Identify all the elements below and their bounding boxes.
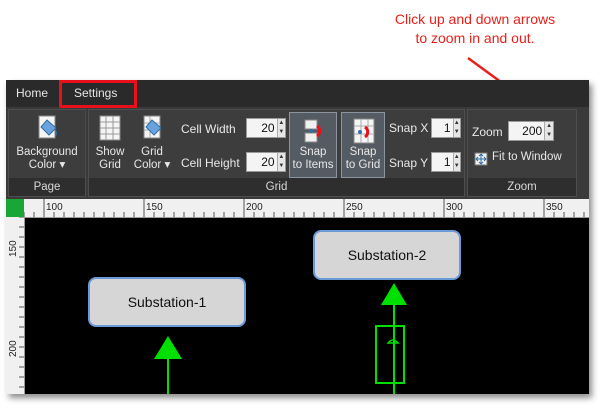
snap-x-input[interactable] bbox=[432, 119, 453, 137]
snap-to-grid-button[interactable]: Snap to Grid bbox=[341, 112, 385, 178]
snap-y-up-icon[interactable]: ▲ bbox=[454, 153, 460, 162]
grid-color-button[interactable]: Grid Color ▾ bbox=[131, 110, 173, 178]
show-grid-label-1: Show bbox=[95, 146, 125, 158]
tab-home[interactable]: Home bbox=[16, 86, 48, 100]
grid-color-label-1: Grid bbox=[141, 146, 163, 158]
snap-y-label: Snap Y bbox=[389, 156, 429, 170]
snap-to-items-button[interactable]: Snap to Items bbox=[289, 112, 337, 178]
snap-to-grid-label-1: Snap bbox=[349, 146, 377, 158]
connectors-layer bbox=[154, 283, 407, 394]
background-color-label-2: Color ▾ bbox=[28, 159, 66, 171]
zoom-group-label: Zoom bbox=[468, 178, 576, 196]
cell-height-up-icon[interactable]: ▲ bbox=[278, 153, 285, 162]
snap-to-grid-icon bbox=[353, 118, 375, 144]
cell-width-label: Cell Width bbox=[181, 122, 236, 136]
grid-group: Show Grid Grid Color ▾ Cell Width 20 ▲ ▼… bbox=[88, 109, 465, 197]
connector-2-handle[interactable] bbox=[375, 325, 405, 384]
show-grid-icon bbox=[99, 115, 121, 141]
show-grid-button[interactable]: Show Grid bbox=[93, 110, 127, 178]
cell-width-up-icon[interactable]: ▲ bbox=[278, 119, 285, 128]
app-window: Home Settings Background Color ▾ Page Sh… bbox=[6, 80, 589, 394]
cell-width-stepper[interactable]: ▲▼ bbox=[246, 118, 286, 138]
snap-y-stepper[interactable]: ▲▼ bbox=[431, 152, 461, 172]
snap-x-label: Snap X bbox=[389, 121, 429, 135]
zoom-down-icon[interactable]: ▼ bbox=[545, 131, 553, 140]
snap-to-items-label-1: Snap bbox=[299, 146, 327, 158]
cell-width-down-icon[interactable]: ▼ bbox=[278, 128, 285, 137]
cell-height-label: Cell Height bbox=[181, 156, 240, 170]
connector-1[interactable] bbox=[154, 336, 182, 394]
fit-to-window-label: Fit to Window bbox=[492, 151, 562, 163]
zoom-group: Zoom ▲▼ Fit to Window Zoom bbox=[467, 109, 577, 197]
snap-to-items-icon bbox=[304, 119, 322, 143]
ribbon: Background Color ▾ Page Show Grid Grid C… bbox=[6, 107, 589, 199]
diagram-canvas[interactable]: 100 150 200 250 300 350 150 200 Substati… bbox=[6, 199, 589, 394]
zoom-input[interactable] bbox=[509, 122, 545, 140]
zoom-stepper[interactable]: ▲▼ bbox=[508, 121, 554, 141]
fit-to-window-icon bbox=[474, 152, 488, 166]
settings-tab-highlight bbox=[59, 80, 137, 108]
cell-height-down-icon[interactable]: ▼ bbox=[278, 162, 285, 171]
show-grid-label-2: Grid bbox=[99, 159, 121, 171]
page-group-label: Page bbox=[9, 178, 85, 196]
background-color-icon bbox=[38, 115, 57, 139]
snap-y-down-icon[interactable]: ▼ bbox=[454, 162, 460, 171]
grid-color-icon bbox=[143, 115, 162, 139]
snap-x-down-icon[interactable]: ▼ bbox=[454, 128, 460, 137]
cell-height-stepper[interactable]: ▲▼ bbox=[246, 152, 286, 172]
cell-height-input[interactable] bbox=[247, 153, 277, 171]
snap-to-grid-label-2: to Grid bbox=[345, 159, 381, 171]
page-group: Background Color ▾ Page bbox=[8, 109, 86, 197]
snap-y-input[interactable] bbox=[432, 153, 453, 171]
zoom-up-icon[interactable]: ▲ bbox=[545, 122, 553, 131]
cell-width-input[interactable] bbox=[247, 119, 277, 137]
snap-to-items-label-2: to Items bbox=[292, 159, 334, 171]
snap-x-up-icon[interactable]: ▲ bbox=[454, 119, 460, 128]
zoom-label: Zoom bbox=[472, 125, 503, 139]
grid-group-label: Grid bbox=[89, 178, 464, 196]
fit-to-window-button[interactable]: Fit to Window bbox=[474, 150, 574, 168]
background-color-label-1: Background bbox=[16, 146, 78, 158]
background-color-button[interactable]: Background Color ▾ bbox=[9, 110, 85, 178]
connector-2[interactable] bbox=[375, 283, 407, 394]
grid-color-label-2: Color ▾ bbox=[133, 159, 171, 171]
snap-x-stepper[interactable]: ▲▼ bbox=[431, 118, 461, 138]
